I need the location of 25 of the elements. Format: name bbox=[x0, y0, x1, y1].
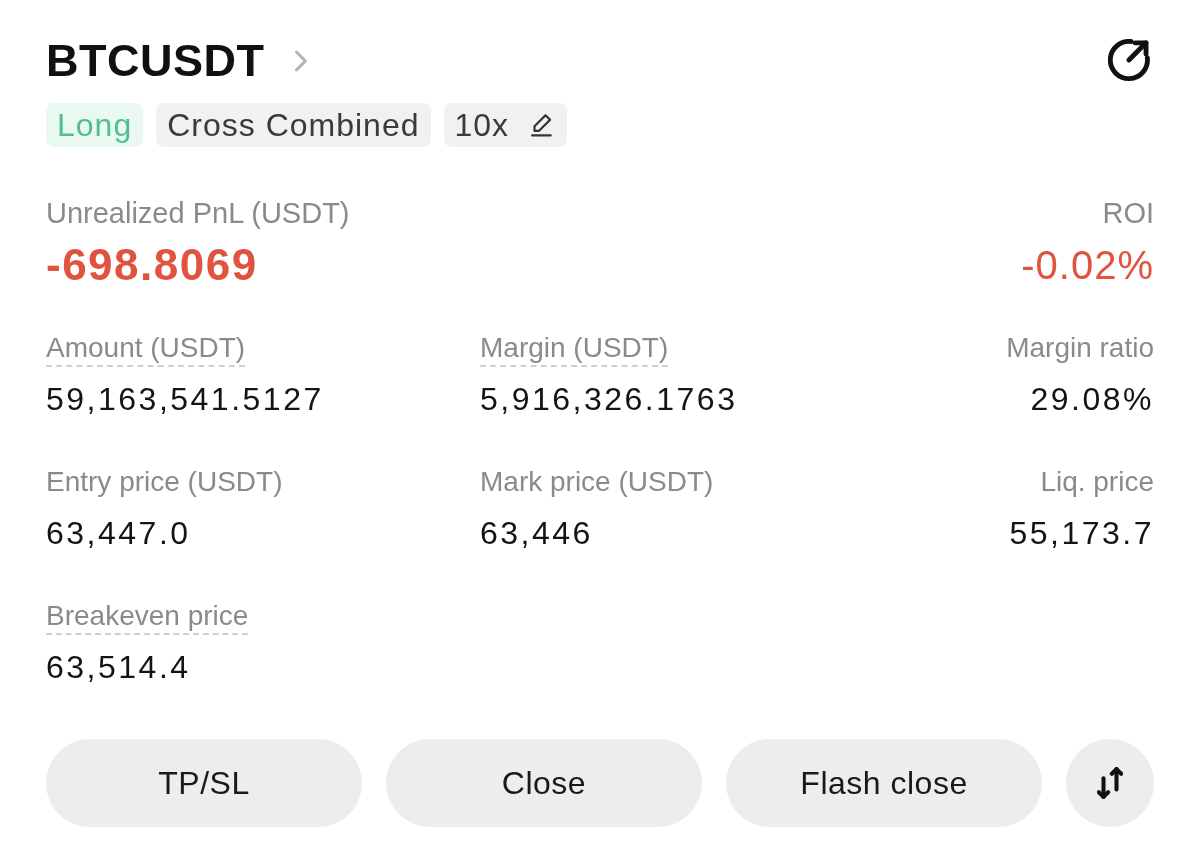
field-value: 55,173.7 bbox=[1009, 514, 1154, 553]
field-label: Margin ratio bbox=[1006, 331, 1154, 365]
pnl-value: -698.8069 bbox=[46, 239, 258, 291]
action-button[interactable]: Flash close bbox=[726, 739, 1042, 827]
field-value: 5,916,326.1763 bbox=[480, 380, 738, 419]
margin-mode-tag: Cross Combined bbox=[156, 103, 431, 147]
field-value: 59,163,541.5127 bbox=[46, 380, 324, 419]
pencil-icon bbox=[531, 113, 554, 137]
field-label: Liq. price bbox=[1040, 465, 1154, 499]
pnl-label: Unrealized PnL (USDT) bbox=[46, 196, 350, 231]
position-side-tag: Long bbox=[46, 103, 144, 147]
leverage-button[interactable]: 10x bbox=[443, 103, 568, 147]
roi-label: ROI bbox=[1102, 196, 1154, 231]
field-label: Entry price (USDT) bbox=[46, 465, 283, 499]
symbol-title[interactable]: BTCUSDT bbox=[46, 34, 265, 87]
action-button[interactable]: TP/SL bbox=[46, 739, 362, 827]
field-value: 29.08% bbox=[1030, 380, 1154, 419]
field-value: 63,514.4 bbox=[46, 648, 191, 687]
field-value: 63,447.0 bbox=[46, 514, 191, 553]
swap-arrows-icon bbox=[1097, 767, 1123, 799]
action-button[interactable]: Close bbox=[386, 739, 702, 827]
roi-value: -0.02% bbox=[1021, 242, 1154, 289]
field-label: Mark price (USDT) bbox=[480, 465, 714, 499]
field-value: 63,446 bbox=[480, 514, 593, 553]
share-icon[interactable] bbox=[1108, 38, 1152, 83]
